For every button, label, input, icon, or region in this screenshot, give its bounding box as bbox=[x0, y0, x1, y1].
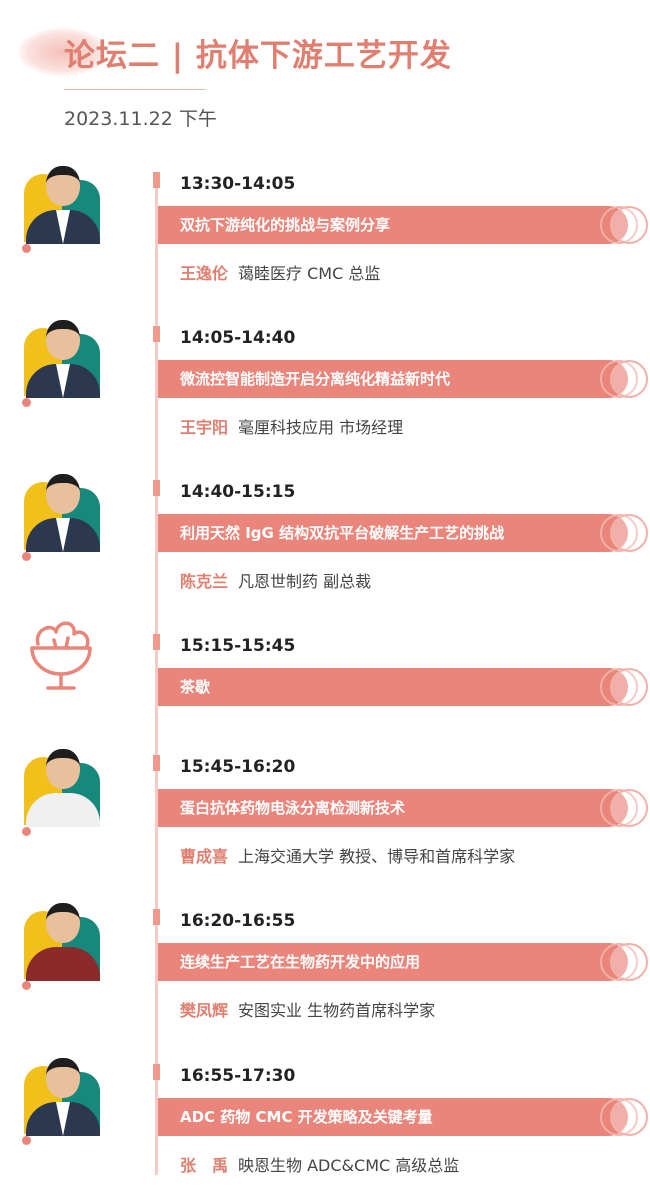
timeline-tick bbox=[153, 634, 160, 650]
ring-decoration bbox=[610, 514, 648, 552]
speaker-avatar bbox=[22, 474, 104, 561]
session-topic-bar: ADC 药物 CMC 开发策略及关键考量 bbox=[158, 1098, 648, 1136]
speaker-info: 王宇阳 毫厘科技应用 市场经理 bbox=[180, 414, 403, 438]
speaker-info: 陈克兰 凡恩世制药 副总裁 bbox=[180, 568, 371, 592]
avatar-dot bbox=[22, 244, 31, 253]
avatar-dot bbox=[22, 827, 31, 836]
session-topic: 双抗下游纯化的挑战与案例分享 bbox=[180, 216, 391, 234]
session-time: 16:20-16:55 bbox=[180, 911, 296, 931]
session-topic: ADC 药物 CMC 开发策略及关键考量 bbox=[180, 1108, 433, 1126]
speaker-title: 安图实业 生物药首席科学家 bbox=[238, 1001, 436, 1020]
session-item: 16:20-16:55 连续生产工艺在生物药开发中的应用 樊凤辉 安图实业 生物药… bbox=[0, 903, 650, 1049]
timeline-tick bbox=[153, 755, 160, 771]
speaker-title: 凡恩世制药 副总裁 bbox=[238, 572, 372, 591]
timeline-tick bbox=[153, 172, 160, 188]
session-topic-bar: 双抗下游纯化的挑战与案例分享 bbox=[158, 206, 648, 244]
speaker-avatar bbox=[22, 749, 104, 836]
session-time: 13:30-14:05 bbox=[180, 174, 296, 194]
session-item: 13:30-14:05 双抗下游纯化的挑战与案例分享 王逸伦 蔼睦医疗 CMC 总… bbox=[0, 166, 650, 312]
speaker-title: 蔼睦医疗 CMC 总监 bbox=[238, 264, 381, 283]
speaker-avatar bbox=[22, 320, 104, 407]
timeline-tick bbox=[153, 480, 160, 496]
session-topic: 利用天然 IgG 结构双抗平台破解生产工艺的挑战 bbox=[180, 524, 505, 542]
page-title: 论坛二 | 抗体下游工艺开发 bbox=[64, 38, 452, 74]
speaker-name: 陈克兰 bbox=[180, 572, 229, 591]
speaker-title: 毫厘科技应用 市场经理 bbox=[238, 418, 404, 437]
speaker-name: 曹成喜 bbox=[180, 847, 229, 866]
ring-decoration bbox=[610, 360, 648, 398]
session-topic-bar: 利用天然 IgG 结构双抗平台破解生产工艺的挑战 bbox=[158, 514, 648, 552]
ring-decoration bbox=[610, 943, 648, 981]
session-topic: 茶歇 bbox=[180, 678, 211, 696]
session-item: 16:55-17:30 ADC 药物 CMC 开发策略及关键考量 张 禹映恩生物… bbox=[0, 1058, 650, 1204]
avatar-dot bbox=[22, 398, 31, 407]
speaker-name: 樊凤辉 bbox=[180, 1001, 229, 1020]
session-time: 16:55-17:30 bbox=[180, 1066, 296, 1086]
session-topic-bar: 蛋白抗体药物电泳分离检测新技术 bbox=[158, 789, 648, 827]
session-item: 14:40-15:15 利用天然 IgG 结构双抗平台破解生产工艺的挑战 陈克兰… bbox=[0, 474, 650, 620]
speaker-title: 映恩生物 ADC&CMC 高级总监 bbox=[238, 1156, 460, 1175]
timeline-tick bbox=[153, 1064, 160, 1080]
session-time: 14:05-14:40 bbox=[180, 328, 296, 348]
session-topic: 连续生产工艺在生物药开发中的应用 bbox=[180, 953, 421, 971]
ring-decoration bbox=[610, 668, 648, 706]
timeline-tick bbox=[153, 326, 160, 342]
session-topic: 微流控智能制造开启分离纯化精益新时代 bbox=[180, 370, 451, 388]
session-topic-bar: 茶歇 bbox=[158, 668, 648, 706]
avatar-dot bbox=[22, 981, 31, 990]
speaker-avatar bbox=[22, 166, 104, 253]
speaker-info: 王逸伦 蔼睦医疗 CMC 总监 bbox=[180, 260, 380, 284]
speaker-name: 王宇阳 bbox=[180, 418, 229, 437]
session-topic-bar: 微流控智能制造开启分离纯化精益新时代 bbox=[158, 360, 648, 398]
ring-decoration bbox=[610, 206, 648, 244]
session-item: 15:45-16:20 蛋白抗体药物电泳分离检测新技术 曹成喜 上海交通大学 教授… bbox=[0, 749, 650, 895]
timeline-tick bbox=[153, 909, 160, 925]
session-topic: 蛋白抗体药物电泳分离检测新技术 bbox=[180, 799, 406, 817]
speaker-avatar bbox=[22, 903, 104, 990]
avatar-dot bbox=[22, 552, 31, 561]
speaker-name: 张 禹 bbox=[180, 1156, 229, 1175]
ring-decoration bbox=[610, 1098, 648, 1136]
event-date: 2023.11.22 下午 bbox=[64, 108, 217, 130]
speaker-avatar bbox=[22, 1058, 104, 1145]
session-time: 15:15-15:45 bbox=[180, 636, 296, 656]
ring-decoration bbox=[610, 789, 648, 827]
speaker-title: 上海交通大学 教授、博导和首席科学家 bbox=[238, 847, 516, 866]
session-time: 14:40-15:15 bbox=[180, 482, 296, 502]
session-time: 15:45-16:20 bbox=[180, 757, 296, 777]
speaker-info: 张 禹映恩生物 ADC&CMC 高级总监 bbox=[180, 1152, 459, 1176]
speaker-info: 樊凤辉 安图实业 生物药首席科学家 bbox=[180, 997, 435, 1021]
avatar-dot bbox=[22, 1136, 31, 1145]
dessert-cup-icon bbox=[30, 621, 92, 690]
speaker-info: 曹成喜 上海交通大学 教授、博导和首席科学家 bbox=[180, 843, 515, 867]
title-underline bbox=[64, 89, 206, 90]
speaker-name: 王逸伦 bbox=[180, 264, 229, 283]
session-item: 14:05-14:40 微流控智能制造开启分离纯化精益新时代 王宇阳 毫厘科技应用… bbox=[0, 320, 650, 466]
session-topic-bar: 连续生产工艺在生物药开发中的应用 bbox=[158, 943, 648, 981]
